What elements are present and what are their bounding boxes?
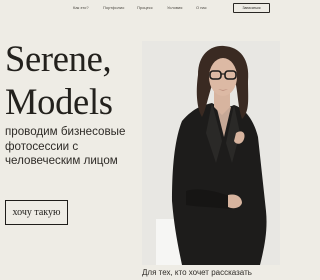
contact-button[interactable]: Записаться bbox=[233, 3, 270, 13]
nav-item-portfolio[interactable]: Портфолио bbox=[103, 5, 124, 10]
hero-subtitle: проводим бизнесовые фотосессии с человеч… bbox=[5, 125, 126, 167]
hero-title-line-1: Serene, bbox=[5, 38, 112, 79]
nav-item-process[interactable]: Процесс bbox=[137, 5, 153, 10]
model-portrait-image bbox=[142, 41, 280, 265]
landing-page: Как это? Портфолио Процесс Условия О нас… bbox=[0, 0, 280, 280]
nav-item-about[interactable]: О нас bbox=[196, 5, 207, 10]
nav-item-how[interactable]: Как это? bbox=[73, 5, 89, 10]
nav-item-terms[interactable]: Условия bbox=[167, 5, 182, 10]
top-navigation: Как это? Портфолио Процесс Условия О нас… bbox=[0, 0, 280, 20]
hero-title-line-2: Models bbox=[5, 81, 113, 122]
hero-caption: Для тех, кто хочет рассказать bbox=[142, 268, 252, 277]
cta-button[interactable]: хочу такую bbox=[5, 200, 68, 225]
hero-photo bbox=[142, 41, 280, 265]
hero-title: Serene, Models bbox=[5, 37, 113, 123]
